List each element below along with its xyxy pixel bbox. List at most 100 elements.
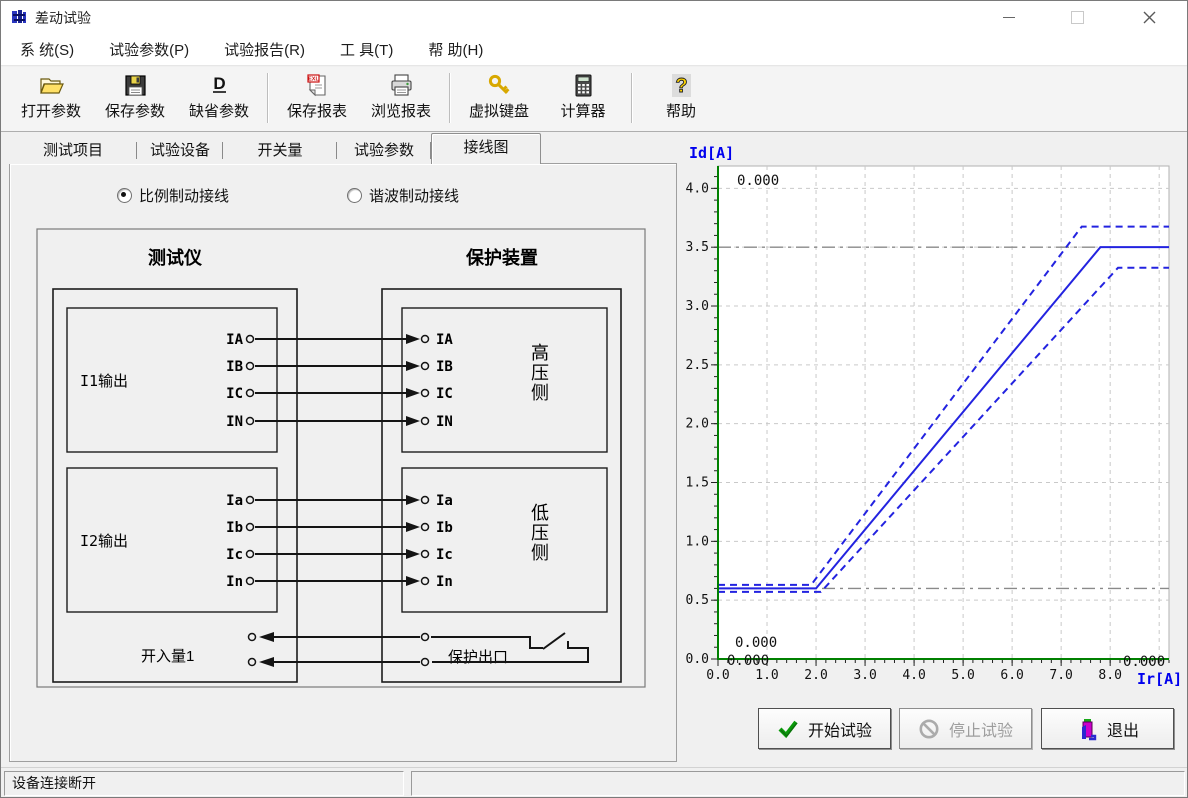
terminal-circle: [247, 497, 254, 504]
browse-report-button[interactable]: 浏览报表: [359, 70, 443, 123]
save-report-button[interactable]: EXL 保存报表: [275, 70, 359, 123]
terminal-circle: [422, 363, 429, 370]
tab-wiring-diagram[interactable]: 接线图: [431, 133, 541, 164]
tester-outer-box: [53, 289, 297, 682]
svg-text:1.0: 1.0: [686, 534, 709, 549]
close-button[interactable]: [1126, 1, 1172, 33]
svg-text:7.0: 7.0: [1049, 668, 1072, 683]
toolbar-separator: [631, 73, 633, 123]
default-params-icon: D: [206, 72, 233, 99]
stop-test-label: 停止试验: [949, 717, 1013, 741]
check-icon: [777, 719, 799, 739]
radio-harmonic-restraint-circle[interactable]: [347, 188, 362, 203]
calculator-button[interactable]: 计算器: [541, 70, 625, 123]
menu-test-parameters[interactable]: 试验参数(P): [96, 34, 202, 65]
calculator-icon: [570, 72, 597, 99]
terminal-circle: [247, 336, 254, 343]
stop-icon: [918, 718, 940, 740]
svg-text:5.0: 5.0: [951, 668, 974, 683]
device-outer-box: [382, 289, 621, 682]
i2-output-label: I2输出: [80, 532, 128, 550]
menu-test-report[interactable]: 试验报告(R): [211, 34, 318, 65]
save-floppy-icon: [122, 72, 149, 99]
terminal-label-left: Ic: [226, 547, 243, 563]
toolbar-separator: [267, 73, 269, 123]
default-params-button[interactable]: D 缺省参数: [177, 70, 261, 123]
print-preview-icon: [388, 72, 415, 99]
terminal-circle: [422, 336, 429, 343]
svg-text:8.0: 8.0: [1098, 668, 1121, 683]
tab-test-items[interactable]: 测试项目: [9, 138, 137, 164]
tab-test-parameters[interactable]: 试验参数: [337, 138, 431, 164]
save-params-button[interactable]: 保存参数: [93, 70, 177, 123]
terminal-label-left: IA: [226, 332, 243, 348]
toolbar-label: 保存参数: [105, 100, 165, 121]
binary-input-row: [249, 657, 429, 667]
start-test-label: 开始试验: [808, 717, 872, 741]
toolbar-label: 保存报表: [287, 100, 347, 121]
maximize-button[interactable]: [1054, 1, 1100, 33]
terminal-label-left: Ia: [226, 493, 243, 509]
arrow-left-icon: [259, 657, 274, 667]
svg-text:1.0: 1.0: [755, 668, 778, 683]
menu-help[interactable]: 帮 助(H): [415, 34, 496, 65]
tab-test-equipment[interactable]: 试验设备: [137, 138, 223, 164]
menu-bar: 系 统(S) 试验参数(P) 试验报告(R) 工 具(T) 帮 助(H): [1, 33, 1187, 66]
exit-button[interactable]: 退出: [1041, 708, 1174, 749]
svg-text:?: ?: [675, 75, 687, 97]
side-labels: 高压侧低压侧: [531, 343, 549, 563]
y-axis-top-readout: 0.000: [737, 173, 779, 189]
terminal-row: Ib Ib: [226, 520, 453, 536]
arrow-right-icon: [406, 549, 420, 559]
terminal-label-right: Ib: [436, 520, 453, 536]
terminal-circle: [422, 390, 429, 397]
svg-text:0.0: 0.0: [686, 652, 709, 667]
open-folder-icon: [38, 72, 65, 99]
terminal-circle: [247, 578, 254, 585]
protection-exit-label: 保护出口: [448, 649, 508, 666]
start-test-button[interactable]: 开始试验: [758, 708, 891, 749]
menu-tools[interactable]: 工 具(T): [327, 34, 406, 65]
help-question-icon: ?: [668, 72, 695, 99]
terminal-circle: [422, 524, 429, 531]
hv-side-label-char: 侧: [531, 383, 549, 403]
help-button[interactable]: ? 帮助: [639, 70, 723, 123]
lv-side-box: [402, 468, 607, 612]
wiring-diagram-panel: 比例制动接线 谐波制动接线 测试仪 保护装置 I1输出 I2输出 IAIAIBI: [9, 163, 677, 762]
toolbar-label: 计算器: [560, 100, 605, 121]
stop-test-button[interactable]: 停止试验: [899, 708, 1032, 749]
radio-ratio-restraint-circle[interactable]: [117, 188, 132, 203]
terminal-row: InIn: [226, 574, 453, 590]
terminal-label-left: Ib: [226, 520, 243, 536]
y-axis-label: Id[A]: [689, 144, 734, 162]
svg-text:1.5: 1.5: [686, 476, 709, 491]
wiring-diagram: 测试仪 保护装置 I1输出 I2输出 IAIAIBIBICICININIaIaI…: [32, 221, 648, 691]
i1-output-label: I1输出: [80, 372, 128, 390]
arrow-left-icon: [259, 632, 274, 642]
menu-system[interactable]: 系 统(S): [7, 34, 87, 65]
terminal-circle: [422, 659, 429, 666]
status-bar: 设备连接断开: [1, 767, 1187, 798]
terminal-circle: [249, 659, 256, 666]
open-params-button[interactable]: 打开参数: [9, 70, 93, 123]
minimize-button[interactable]: [986, 1, 1032, 33]
terminal-circle: [247, 418, 254, 425]
binary-input-row: [249, 632, 429, 642]
toolbar-label: 浏览报表: [371, 100, 431, 121]
svg-text:0.0: 0.0: [706, 668, 729, 683]
terminal-label-right: Ia: [436, 493, 453, 509]
terminal-label-left: IN: [226, 414, 243, 430]
radio-ratio-restraint[interactable]: 比例制动接线: [117, 185, 229, 206]
arrow-right-icon: [406, 576, 420, 586]
radio-harmonic-restraint[interactable]: 谐波制动接线: [347, 185, 459, 206]
virtual-keyboard-button[interactable]: 虚拟键盘: [457, 70, 541, 123]
diagram-group-box: [37, 229, 645, 687]
title-bar: 差动试验: [1, 1, 1187, 33]
hv-side-label-char: 压: [531, 363, 549, 383]
tab-switch-quantity[interactable]: 开关量: [223, 138, 337, 164]
binary-input-label: 开入量1: [141, 648, 194, 665]
app-icon: [11, 9, 27, 25]
toolbar-label: 帮助: [666, 100, 696, 121]
svg-text:D: D: [213, 74, 225, 93]
terminal-circle: [249, 634, 256, 641]
